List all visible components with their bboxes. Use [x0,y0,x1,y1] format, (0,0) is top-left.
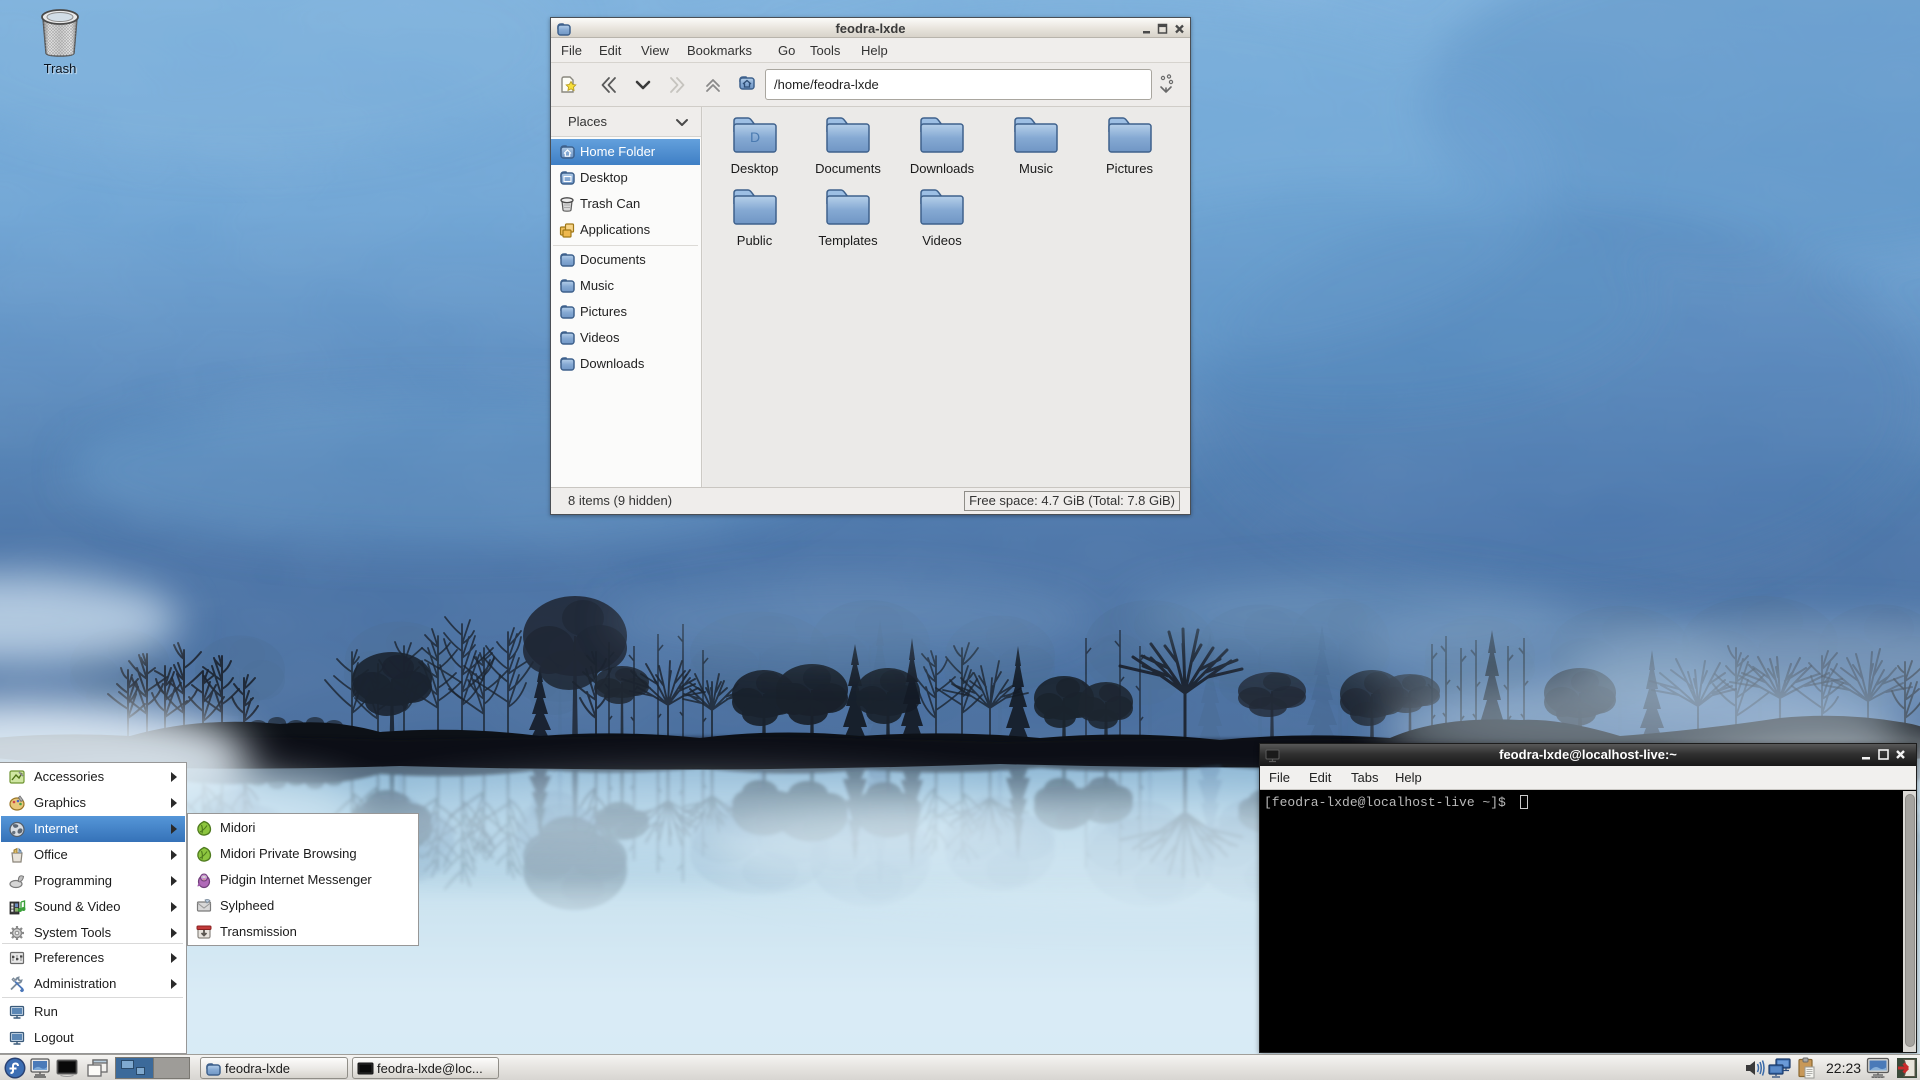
svg-text:D: D [749,129,759,145]
